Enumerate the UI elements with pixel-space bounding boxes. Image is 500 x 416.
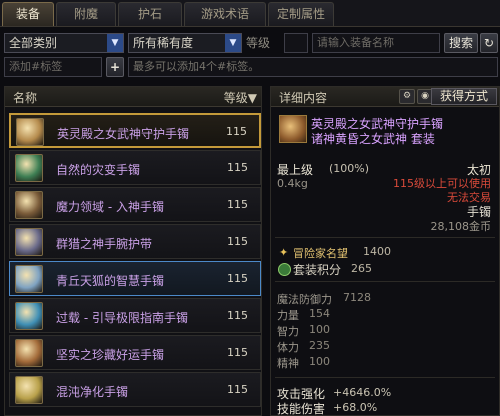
- set-point-label: 套装积分: [293, 263, 342, 277]
- filter-row: 全部类别 ▼ 所有稀有度 ▼ 等级 请输入装备名称 搜索 ↻: [0, 33, 500, 55]
- item-level: 115: [227, 198, 248, 211]
- divider: [275, 281, 495, 282]
- detail-panel: 详细内容 ⚙ ◉ 获得方式 英灵殿之女武神守护手镯 诸神黄昏之女武神 套装 最上…: [270, 86, 500, 416]
- item-icon: [279, 115, 307, 143]
- list-item[interactable]: 英灵殿之女武神守护手镯 115: [9, 113, 261, 148]
- item-name: 英灵殿之女武神守护手镯: [57, 127, 190, 141]
- item-level: 115: [227, 309, 248, 322]
- item-name: 过载 - 引导极限指南手镯: [56, 311, 188, 325]
- gear-icon[interactable]: ⚙: [399, 89, 415, 104]
- item-icon: [16, 118, 44, 146]
- item-level: 115: [226, 125, 247, 138]
- item-name: 混沌净化手镯: [56, 385, 129, 399]
- tag-hint: 最多可以添加4个#标签。: [128, 57, 498, 77]
- stat-name: 力量: [277, 309, 299, 322]
- stat-name: 精神: [277, 357, 299, 370]
- tag-row: 添加#标签 + 最多可以添加4个#标签。: [0, 57, 500, 79]
- search-button[interactable]: 搜索: [444, 33, 478, 53]
- list-item[interactable]: 过载 - 引导极限指南手镯 115: [9, 298, 261, 333]
- weight: 0.4kg: [277, 177, 308, 190]
- acquire-method-button[interactable]: 获得方式: [431, 88, 497, 105]
- equipment-list: 名称 等级▼ 英灵殿之女武神守护手镯 115 自然的灾变手镯 115 魔力领域 - 入神…: [4, 86, 262, 416]
- item-level: 115: [227, 383, 248, 396]
- chevron-down-icon: ▼: [225, 34, 241, 52]
- tab-custom-attr[interactable]: 定制属性: [268, 2, 334, 26]
- set-point-value: 265: [351, 262, 372, 275]
- item-icon: [15, 376, 43, 404]
- item-level: 115: [227, 346, 248, 359]
- stat-value: 235: [309, 339, 330, 352]
- item-icon: [15, 154, 43, 182]
- level-input[interactable]: [284, 33, 308, 53]
- divider: [275, 377, 495, 378]
- item-icon: [15, 191, 43, 219]
- detail-header: 详细内容 ⚙ ◉ 获得方式: [271, 87, 499, 107]
- tab-talisman[interactable]: 护石: [118, 2, 182, 26]
- fame-value: 1400: [363, 245, 391, 258]
- list-header: 名称 等级▼: [5, 87, 261, 107]
- set-point-icon: [278, 263, 291, 276]
- skill-damage-value: +68.0%: [333, 401, 378, 414]
- list-item[interactable]: 魔力领域 - 入神手镯 115: [9, 187, 261, 222]
- add-tag-button[interactable]: +: [106, 57, 124, 77]
- price: 28,108金币: [430, 220, 492, 233]
- search-input[interactable]: 请输入装备名称: [312, 33, 440, 53]
- stat-value: 100: [309, 323, 330, 336]
- item-icon: [15, 302, 43, 330]
- list-item[interactable]: 青丘天狐的智慧手镯 115: [9, 261, 261, 296]
- tab-equipment[interactable]: 装备: [2, 2, 54, 26]
- list-item[interactable]: 混沌净化手镯 115: [9, 372, 261, 407]
- rarity-select[interactable]: 所有稀有度 ▼: [128, 33, 242, 53]
- category-value: 全部类别: [9, 36, 58, 50]
- tab-enchant[interactable]: 附魔: [56, 2, 116, 26]
- stat-value: 7128: [343, 291, 371, 304]
- detail-title: 详细内容: [279, 91, 328, 105]
- attack-boost-value: +4646.0%: [333, 386, 392, 399]
- stat-name: 体力: [277, 341, 299, 354]
- tab-glossary[interactable]: 游戏术语: [184, 2, 266, 26]
- item-icon: [15, 339, 43, 367]
- item-level: 115: [227, 272, 248, 285]
- tab-bar: 装备 附魔 护石 游戏术语 定制属性: [0, 0, 500, 27]
- item-level: 115: [227, 161, 248, 174]
- item-name: 群猎之神手腕护带: [56, 237, 153, 251]
- item-icon: [15, 265, 43, 293]
- grade-label: 最上级: [277, 163, 314, 177]
- stat-value: 154: [309, 307, 330, 320]
- item-level: 115: [227, 235, 248, 248]
- grade-percent: (100%): [329, 162, 370, 175]
- tag-input[interactable]: 添加#标签: [4, 57, 102, 77]
- list-item[interactable]: 群猎之神手腕护带 115: [9, 224, 261, 259]
- fame-icon: ✦: [279, 246, 289, 259]
- item-icon: [15, 228, 43, 256]
- chevron-down-icon: ▼: [107, 34, 123, 52]
- stat-name: 智力: [277, 325, 299, 338]
- stat-value: 100: [309, 355, 330, 368]
- level-label: 等级: [246, 36, 271, 50]
- refresh-icon[interactable]: ↻: [480, 33, 498, 53]
- stat-name: 魔法防御力: [277, 293, 332, 306]
- list-item[interactable]: 自然的灾变手镯 115: [9, 150, 261, 185]
- item-name: 自然的灾变手镯: [56, 163, 141, 177]
- rarity-value: 所有稀有度: [133, 36, 194, 50]
- set-name: 诸神黄昏之女武神 套装: [311, 132, 435, 146]
- item-name: 魔力领域 - 入神手镯: [56, 200, 164, 214]
- item-name: 青丘天狐的智慧手镯: [56, 274, 165, 288]
- category-select[interactable]: 全部类别 ▼: [4, 33, 124, 53]
- column-level-sort[interactable]: 等级▼: [224, 89, 257, 106]
- item-name: 坚实之珍藏好运手镯: [56, 348, 165, 362]
- list-item[interactable]: 坚实之珍藏好运手镯 115: [9, 335, 261, 370]
- column-name[interactable]: 名称: [13, 89, 37, 106]
- divider: [275, 237, 495, 238]
- fame-label: 冒险家名望: [293, 247, 348, 260]
- skill-damage-label: 技能伤害: [277, 402, 326, 416]
